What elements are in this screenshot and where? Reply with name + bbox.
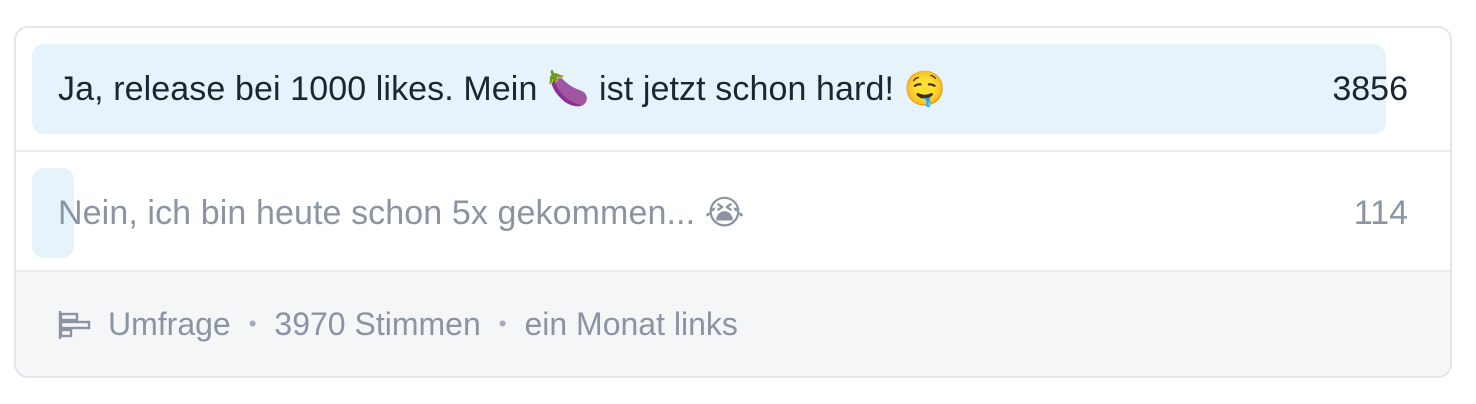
poll-option-label: Ja, release bei 1000 likes. Mein 🍆 ist j… [58,70,946,108]
time-left: ein Monat links [524,305,738,342]
poll-option-no[interactable]: Nein, ich bin heute schon 5x gekommen...… [16,150,1450,272]
poll-option-yes[interactable]: Ja, release bei 1000 likes. Mein 🍆 ist j… [16,28,1450,150]
poll-icon [58,310,92,339]
poll-footer: Umfrage • 3970 Stimmen • ein Monat links [16,270,1450,376]
separator-dot: • [248,311,257,336]
poll-type-label: Umfrage [108,305,231,342]
poll-option-vote-count: 114 [1353,193,1408,232]
separator-dot: • [498,311,507,336]
poll-card: Ja, release bei 1000 likes. Mein 🍆 ist j… [14,26,1452,378]
total-votes: 3970 Stimmen [274,305,481,342]
poll-option-label: Nein, ich bin heute schon 5x gekommen...… [58,194,745,232]
poll-option-vote-count: 3856 [1332,69,1408,108]
